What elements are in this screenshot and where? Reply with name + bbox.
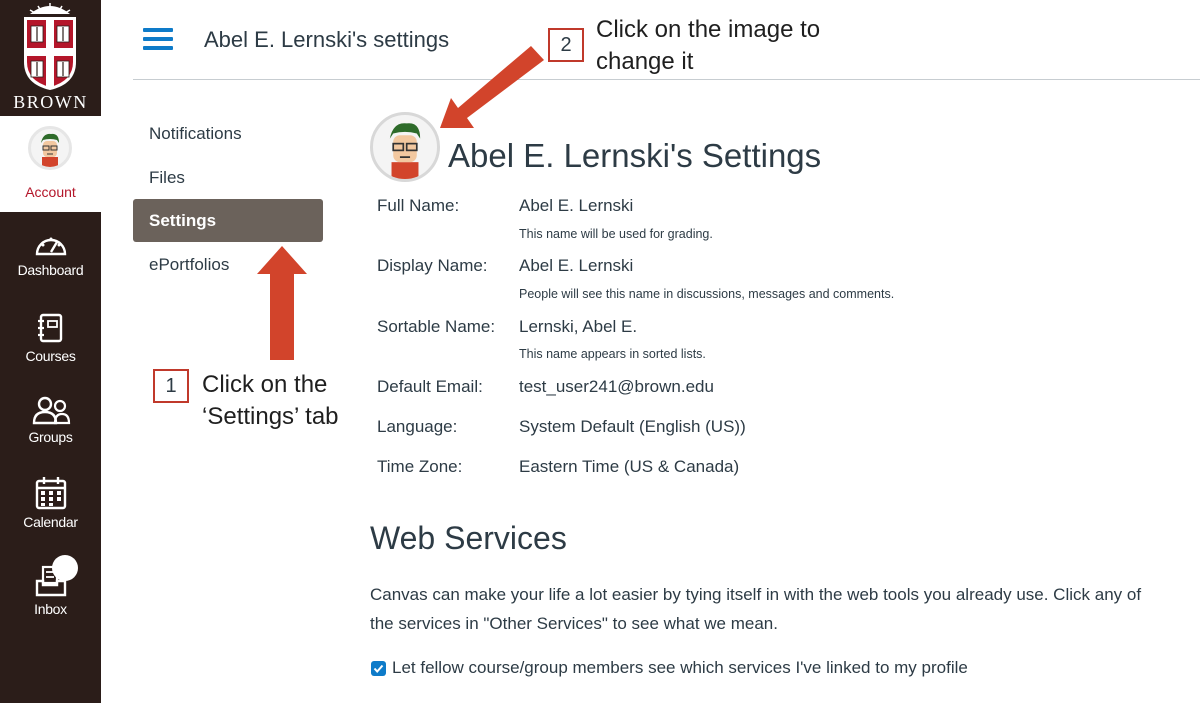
nav-item-account[interactable]: Account [0,116,101,212]
display-name-label: Display Name: [377,256,488,275]
brown-logo[interactable]: BROWN [0,0,101,116]
full-name-label: Full Name: [377,196,460,215]
display-name-hint: People will see this name in discussions… [519,287,895,301]
subnav-item-settings-label: Settings [149,211,217,230]
default-email-value: test_user241@brown.edu [519,377,714,396]
subnav-item-notifications[interactable]: Notifications [149,124,242,144]
show-services-checkbox[interactable] [371,661,386,676]
nav-account-label: Account [25,184,76,200]
breadcrumb-title: Abel E. Lernski's settings [204,27,450,52]
sortable-name-value: Lernski, Abel E. [519,317,638,336]
settings-page-title: Abel E. Lernski's Settings [448,137,822,174]
step-2-instruction: Click on the image to change it [596,14,820,78]
subnav-item-files[interactable]: Files [149,168,185,188]
menu-line [143,37,173,41]
avatar-cartoon-icon [41,133,59,167]
profile-picture-button[interactable] [370,112,440,182]
nav-item-inbox[interactable]: Inbox [0,555,101,617]
step-2-badge: 2 [548,28,584,62]
nav-groups-label: Groups [28,429,73,445]
subnav-item-eportfolios[interactable]: ePortfolios [149,255,229,275]
groups-icon [32,396,70,425]
brown-shield-icon [24,3,76,90]
full-name-hint: This name will be used for grading. [519,227,713,241]
show-services-checkbox-label[interactable]: Let fellow course/group members see whic… [392,658,968,678]
dashboard-icon [35,237,66,256]
menu-line [143,46,173,50]
inbox-unread-badge [52,555,78,581]
header-divider [133,79,1200,80]
checkmark-icon [373,664,384,674]
language-label: Language: [377,417,458,436]
nav-item-groups[interactable]: Groups [0,395,101,445]
logo-text: BROWN [13,92,88,112]
courses-icon [37,313,62,343]
web-services-description: Canvas can make your life a lot easier b… [370,585,1142,633]
web-services-heading: Web Services [370,520,567,556]
step-1-badge: 1 [153,369,189,403]
time-zone-label: Time Zone: [377,457,463,476]
arrow-diagonal-icon [440,46,544,128]
account-avatar [28,126,72,170]
nav-dashboard-label: Dashboard [17,262,84,278]
display-name-value: Abel E. Lernski [519,256,634,275]
step-2-line-2: change it [596,48,694,75]
nav-item-calendar[interactable]: Calendar [0,476,101,530]
full-name-value: Abel E. Lernski [519,196,634,215]
menu-line [143,28,173,32]
time-zone-value: Eastern Time (US & Canada) [519,457,740,476]
step-1-instruction: Click on the ‘Settings’ tab [202,369,339,433]
calendar-icon [35,477,66,510]
hamburger-menu-button[interactable] [143,28,173,50]
step-1-line-2: ‘Settings’ tab [202,403,339,430]
nav-item-dashboard[interactable]: Dashboard [0,230,101,278]
avatar-cartoon-icon [389,123,421,179]
nav-inbox-label: Inbox [34,601,67,617]
default-email-label: Default Email: [377,377,483,396]
nav-item-courses[interactable]: Courses [0,312,101,364]
sortable-name-hint: This name appears in sorted lists. [519,347,706,361]
step-2-line-1: Click on the image to [596,16,821,43]
step-1-line-1: Click on the [202,371,328,398]
nav-calendar-label: Calendar [23,514,78,530]
global-nav: BROWN Account Dashboard Courses Groups C… [0,0,101,703]
language-value: System Default (English (US)) [519,417,746,436]
nav-courses-label: Courses [25,348,76,364]
sortable-name-label: Sortable Name: [377,317,496,336]
arrow-up-icon [257,246,307,360]
